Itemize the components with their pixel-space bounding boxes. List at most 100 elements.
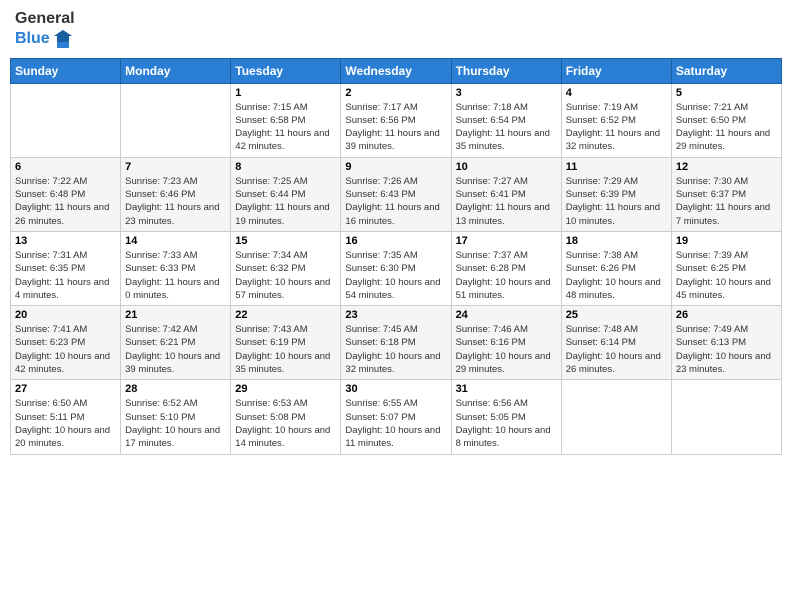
calendar-cell: 13 Sunrise: 7:31 AMSunset: 6:35 PMDayligh…: [11, 231, 121, 305]
day-number: 28: [125, 383, 226, 395]
calendar-cell: 18Sunrise: 7:38 AMSunset: 6:26 PMDayligh…: [561, 231, 671, 305]
calendar-cell: 10 Sunrise: 7:27 AMSunset: 6:41 PMDayligh…: [451, 157, 561, 231]
day-info: Sunrise: 7:35 AMSunset: 6:30 PMDaylight:…: [345, 249, 446, 302]
calendar-cell: 7 Sunrise: 7:23 AMSunset: 6:46 PMDaylight…: [121, 157, 231, 231]
calendar-cell: 1 Sunrise: 7:15 AMSunset: 6:58 PMDaylight…: [231, 83, 341, 157]
calendar-cell: 6 Sunrise: 7:22 AMSunset: 6:48 PMDaylight…: [11, 157, 121, 231]
calendar-cell: 26 Sunrise: 7:49 AMSunset: 6:13 PMDayligh…: [671, 306, 781, 380]
calendar-header-saturday: Saturday: [671, 58, 781, 83]
calendar-header-wednesday: Wednesday: [341, 58, 451, 83]
day-number: 9: [345, 161, 446, 173]
day-number: 25: [566, 309, 667, 321]
day-info: Sunrise: 7:33 AMSunset: 6:33 PMDaylight:…: [125, 249, 226, 302]
day-info: Sunrise: 7:48 AMSunset: 6:14 PMDaylight:…: [566, 323, 667, 376]
calendar-cell: 4 Sunrise: 7:19 AMSunset: 6:52 PMDaylight…: [561, 83, 671, 157]
day-info: Sunrise: 7:42 AMSunset: 6:21 PMDaylight:…: [125, 323, 226, 376]
day-number: 30: [345, 383, 446, 395]
calendar-cell: [121, 83, 231, 157]
day-number: 13: [15, 235, 116, 247]
day-info: Sunrise: 7:46 AMSunset: 6:16 PMDaylight:…: [456, 323, 557, 376]
day-info: Sunrise: 7:39 AMSunset: 6:25 PMDaylight:…: [676, 249, 777, 302]
day-number: 20: [15, 309, 116, 321]
day-number: 16: [345, 235, 446, 247]
day-number: 19: [676, 235, 777, 247]
day-info: Sunrise: 7:17 AMSunset: 6:56 PMDaylight:…: [345, 101, 446, 154]
logo-blue: Blue: [15, 28, 75, 50]
day-info: Sunrise: 7:25 AMSunset: 6:44 PMDaylight:…: [235, 175, 336, 228]
calendar-cell: 15Sunrise: 7:34 AMSunset: 6:32 PMDayligh…: [231, 231, 341, 305]
day-number: 22: [235, 309, 336, 321]
calendar-cell: 16 Sunrise: 7:35 AMSunset: 6:30 PMDayligh…: [341, 231, 451, 305]
logo-text-block: General Blue: [15, 10, 75, 50]
calendar-cell: 20 Sunrise: 7:41 AMSunset: 6:23 PMDayligh…: [11, 306, 121, 380]
calendar-cell: 9 Sunrise: 7:26 AMSunset: 6:43 PMDaylight…: [341, 157, 451, 231]
calendar-cell: 2Sunrise: 7:17 AMSunset: 6:56 PMDaylight…: [341, 83, 451, 157]
calendar-cell: 12 Sunrise: 7:30 AMSunset: 6:37 PMDayligh…: [671, 157, 781, 231]
calendar-cell: 31 Sunrise: 6:56 AMSunset: 5:05 PMDayligh…: [451, 380, 561, 454]
day-info: Sunrise: 7:30 AMSunset: 6:37 PMDaylight:…: [676, 175, 777, 228]
calendar-cell: [11, 83, 121, 157]
day-number: 6: [15, 161, 116, 173]
day-info: Sunrise: 7:18 AMSunset: 6:54 PMDaylight:…: [456, 101, 557, 154]
calendar-cell: 28 Sunrise: 6:52 AMSunset: 5:10 PMDayligh…: [121, 380, 231, 454]
day-info: Sunrise: 7:19 AMSunset: 6:52 PMDaylight:…: [566, 101, 667, 154]
day-number: 12: [676, 161, 777, 173]
calendar-cell: 23 Sunrise: 7:45 AMSunset: 6:18 PMDayligh…: [341, 306, 451, 380]
calendar-header-tuesday: Tuesday: [231, 58, 341, 83]
calendar-cell: 25 Sunrise: 7:48 AMSunset: 6:14 PMDayligh…: [561, 306, 671, 380]
day-number: 8: [235, 161, 336, 173]
calendar-week-row: 1 Sunrise: 7:15 AMSunset: 6:58 PMDaylight…: [11, 83, 782, 157]
calendar-cell: 22Sunrise: 7:43 AMSunset: 6:19 PMDayligh…: [231, 306, 341, 380]
day-number: 29: [235, 383, 336, 395]
calendar-cell: [561, 380, 671, 454]
calendar-week-row: 27 Sunrise: 6:50 AMSunset: 5:11 PMDayligh…: [11, 380, 782, 454]
day-number: 24: [456, 309, 557, 321]
day-number: 31: [456, 383, 557, 395]
day-info: Sunrise: 7:21 AMSunset: 6:50 PMDaylight:…: [676, 101, 777, 154]
calendar-week-row: 6 Sunrise: 7:22 AMSunset: 6:48 PMDaylight…: [11, 157, 782, 231]
day-number: 15: [235, 235, 336, 247]
day-info: Sunrise: 6:55 AMSunset: 5:07 PMDaylight:…: [345, 397, 446, 450]
day-number: 27: [15, 383, 116, 395]
day-info: Sunrise: 7:31 AMSunset: 6:35 PMDaylight:…: [15, 249, 116, 302]
calendar-cell: 8 Sunrise: 7:25 AMSunset: 6:44 PMDaylight…: [231, 157, 341, 231]
page-header: General Blue: [10, 10, 782, 50]
day-info: Sunrise: 7:23 AMSunset: 6:46 PMDaylight:…: [125, 175, 226, 228]
logo-flag-icon: [52, 28, 74, 50]
calendar-week-row: 13 Sunrise: 7:31 AMSunset: 6:35 PMDayligh…: [11, 231, 782, 305]
calendar-header-friday: Friday: [561, 58, 671, 83]
calendar-cell: 27 Sunrise: 6:50 AMSunset: 5:11 PMDayligh…: [11, 380, 121, 454]
day-info: Sunrise: 7:26 AMSunset: 6:43 PMDaylight:…: [345, 175, 446, 228]
day-info: Sunrise: 7:45 AMSunset: 6:18 PMDaylight:…: [345, 323, 446, 376]
day-info: Sunrise: 7:29 AMSunset: 6:39 PMDaylight:…: [566, 175, 667, 228]
day-number: 1: [235, 87, 336, 99]
calendar-cell: 19 Sunrise: 7:39 AMSunset: 6:25 PMDayligh…: [671, 231, 781, 305]
day-number: 17: [456, 235, 557, 247]
calendar-header-thursday: Thursday: [451, 58, 561, 83]
day-info: Sunrise: 7:49 AMSunset: 6:13 PMDaylight:…: [676, 323, 777, 376]
calendar-cell: [671, 380, 781, 454]
day-number: 4: [566, 87, 667, 99]
day-number: 7: [125, 161, 226, 173]
calendar-table: SundayMondayTuesdayWednesdayThursdayFrid…: [10, 58, 782, 455]
day-number: 23: [345, 309, 446, 321]
day-info: Sunrise: 6:56 AMSunset: 5:05 PMDaylight:…: [456, 397, 557, 450]
day-info: Sunrise: 7:27 AMSunset: 6:41 PMDaylight:…: [456, 175, 557, 228]
calendar-cell: 29Sunrise: 6:53 AMSunset: 5:08 PMDayligh…: [231, 380, 341, 454]
day-number: 11: [566, 161, 667, 173]
day-info: Sunrise: 7:41 AMSunset: 6:23 PMDaylight:…: [15, 323, 116, 376]
day-info: Sunrise: 6:50 AMSunset: 5:11 PMDaylight:…: [15, 397, 116, 450]
day-number: 26: [676, 309, 777, 321]
calendar-cell: 5Sunrise: 7:21 AMSunset: 6:50 PMDaylight…: [671, 83, 781, 157]
calendar-cell: 21 Sunrise: 7:42 AMSunset: 6:21 PMDayligh…: [121, 306, 231, 380]
day-info: Sunrise: 6:52 AMSunset: 5:10 PMDaylight:…: [125, 397, 226, 450]
calendar-cell: 24 Sunrise: 7:46 AMSunset: 6:16 PMDayligh…: [451, 306, 561, 380]
logo: General Blue: [15, 10, 75, 50]
day-number: 14: [125, 235, 226, 247]
day-number: 10: [456, 161, 557, 173]
day-info: Sunrise: 7:15 AMSunset: 6:58 PMDaylight:…: [235, 101, 336, 154]
day-number: 21: [125, 309, 226, 321]
calendar-cell: 17Sunrise: 7:37 AMSunset: 6:28 PMDayligh…: [451, 231, 561, 305]
calendar-cell: 3Sunrise: 7:18 AMSunset: 6:54 PMDaylight…: [451, 83, 561, 157]
day-info: Sunrise: 7:22 AMSunset: 6:48 PMDaylight:…: [15, 175, 116, 228]
